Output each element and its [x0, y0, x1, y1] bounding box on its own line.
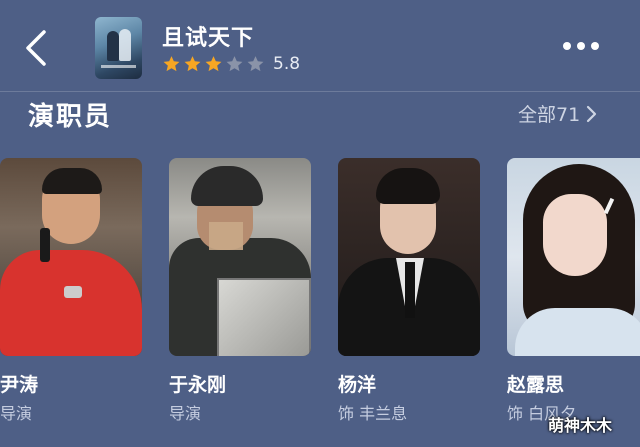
cast-list: 尹涛 导演 于永刚 导演 杨洋 饰 丰兰息 赵露思 饰 白风夕 [0, 158, 640, 423]
header-divider [0, 91, 640, 92]
back-button[interactable] [22, 28, 52, 68]
cast-card[interactable]: 尹涛 导演 [0, 158, 142, 423]
cast-photo [0, 158, 142, 356]
star-icon [163, 56, 180, 72]
app-header: 且试天下 5.8 [0, 0, 640, 92]
cast-photo [507, 158, 640, 356]
watermark: 萌神木木 [548, 416, 613, 435]
star-icon [205, 56, 222, 72]
more-options-button[interactable] [563, 42, 599, 50]
cast-card[interactable]: 杨洋 饰 丰兰息 [338, 158, 480, 423]
cast-role: 饰 丰兰息 [338, 404, 408, 423]
cast-card[interactable]: 赵露思 饰 白风夕 [507, 158, 640, 423]
section-title: 演职员 [28, 102, 113, 132]
see-all-label: 全部71 [518, 104, 581, 126]
rating: 5.8 [162, 54, 300, 74]
cast-photo [169, 158, 311, 356]
cast-name: 尹涛 [0, 374, 39, 396]
cast-role: 导演 [0, 404, 33, 423]
drama-title: 且试天下 [162, 26, 255, 51]
chevron-right-icon [587, 105, 597, 122]
more-dots-icon [563, 42, 571, 50]
drama-poster-thumbnail[interactable] [95, 17, 142, 79]
cast-role: 导演 [169, 404, 202, 423]
star-icon [184, 56, 201, 72]
cast-name: 于永刚 [169, 374, 227, 396]
chevron-left-icon [26, 30, 46, 66]
star-icon [247, 56, 264, 72]
cast-name: 杨洋 [338, 374, 377, 396]
cast-name: 赵露思 [507, 374, 565, 396]
cast-card[interactable]: 于永刚 导演 [169, 158, 311, 423]
see-all-cast-link[interactable]: 全部71 [518, 100, 598, 127]
star-icon [226, 56, 243, 72]
rating-score: 5.8 [273, 54, 301, 74]
cast-photo [338, 158, 480, 356]
